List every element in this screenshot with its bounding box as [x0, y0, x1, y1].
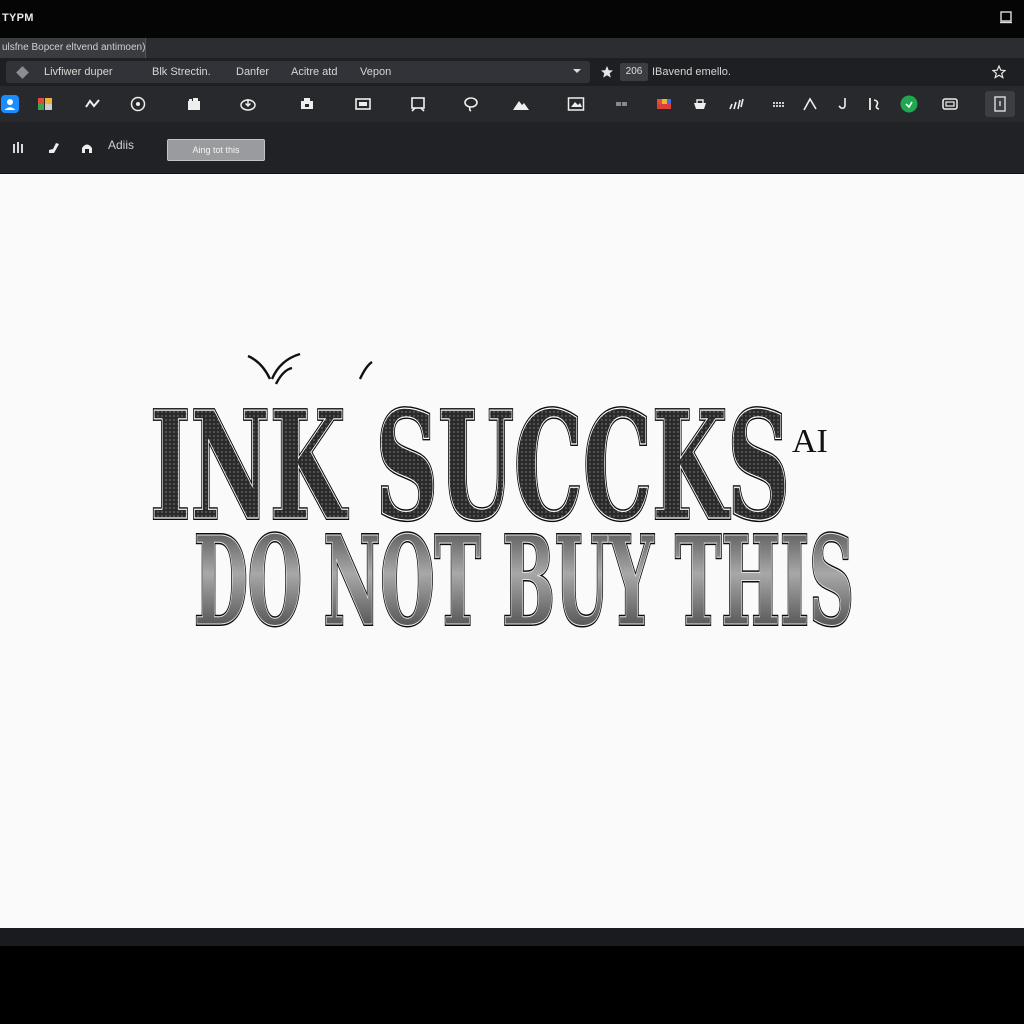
canvas[interactable]: INK SUCCKS INK SUCCKS AI DO NOT BUY THIS… [0, 174, 1024, 928]
line-icon[interactable] [798, 92, 822, 116]
bucket-icon[interactable] [688, 92, 712, 116]
star-icon[interactable] [600, 65, 614, 79]
menu-group: Livfiwer duper Blk Strectin. Danfer Acit… [6, 61, 590, 83]
tool-bar [0, 86, 1024, 122]
palette-icon[interactable] [33, 92, 57, 116]
title-bar: TYPM [0, 0, 1024, 38]
lasso-icon[interactable] [459, 92, 483, 116]
crop-icon[interactable] [295, 92, 319, 116]
text-input[interactable]: Aing tot this [167, 139, 265, 161]
image-icon[interactable] [564, 92, 588, 116]
app-window: TYPM ulsfne Bopcer eltvend antimoen) Liv… [0, 0, 1024, 1024]
signal-icon[interactable] [724, 92, 748, 116]
status-bar [0, 928, 1024, 946]
color-swatch-icon[interactable] [652, 92, 676, 116]
menu-item-5[interactable]: Vepon [360, 61, 391, 83]
document-tab[interactable]: ulsfne Bopcer eltvend antimoen) [0, 38, 146, 58]
menu-item-2[interactable]: Blk Strectin. [152, 61, 211, 83]
diamond-icon [16, 66, 29, 79]
menu-bar: Livfiwer duper Blk Strectin. Danfer Acit… [0, 58, 1024, 86]
stamp-icon[interactable] [610, 92, 634, 116]
zoom-level[interactable]: 206 [620, 63, 648, 81]
headline-suffix: AI [792, 423, 828, 460]
layers-icon[interactable] [182, 92, 206, 116]
frame-icon[interactable] [351, 92, 375, 116]
select-icon[interactable] [406, 92, 430, 116]
panel-icon[interactable] [985, 91, 1015, 117]
wave-icon[interactable] [81, 92, 105, 116]
options-bar: Adiis Aing tot this [0, 122, 1024, 174]
artwork: INK SUCCKS INK SUCCKS AI DO NOT BUY THIS… [148, 352, 856, 655]
cloud-icon[interactable] [79, 140, 95, 156]
mountain-icon[interactable] [509, 92, 533, 116]
window-title: TYPM [2, 12, 34, 24]
adjust-label: Adiis [108, 138, 135, 152]
favorite-star-icon[interactable] [992, 65, 1006, 79]
share-icon[interactable] [897, 92, 921, 116]
menu-item-4[interactable]: Acitre atd [291, 61, 337, 83]
user-icon[interactable] [0, 92, 22, 116]
chevron-down-icon[interactable] [570, 64, 584, 78]
headline-line-2-highlight: DO NOT BUY THIS [194, 509, 854, 653]
history-icon[interactable] [862, 92, 886, 116]
target-icon[interactable] [126, 92, 150, 116]
document-name: IBavend emello. [652, 66, 731, 78]
minimize-icon[interactable] [998, 9, 1014, 25]
tab-strip: ulsfne Bopcer eltvend antimoen) [0, 38, 1024, 58]
bars-icon[interactable] [11, 140, 27, 156]
grid-icon[interactable] [767, 92, 791, 116]
menu-item-3[interactable]: Danfer [236, 61, 269, 83]
hook-icon[interactable] [831, 92, 855, 116]
brush-icon[interactable] [46, 140, 62, 156]
menu-item-1[interactable]: Livfiwer duper [44, 61, 112, 83]
download-icon[interactable] [236, 92, 260, 116]
window-icon[interactable] [938, 92, 962, 116]
